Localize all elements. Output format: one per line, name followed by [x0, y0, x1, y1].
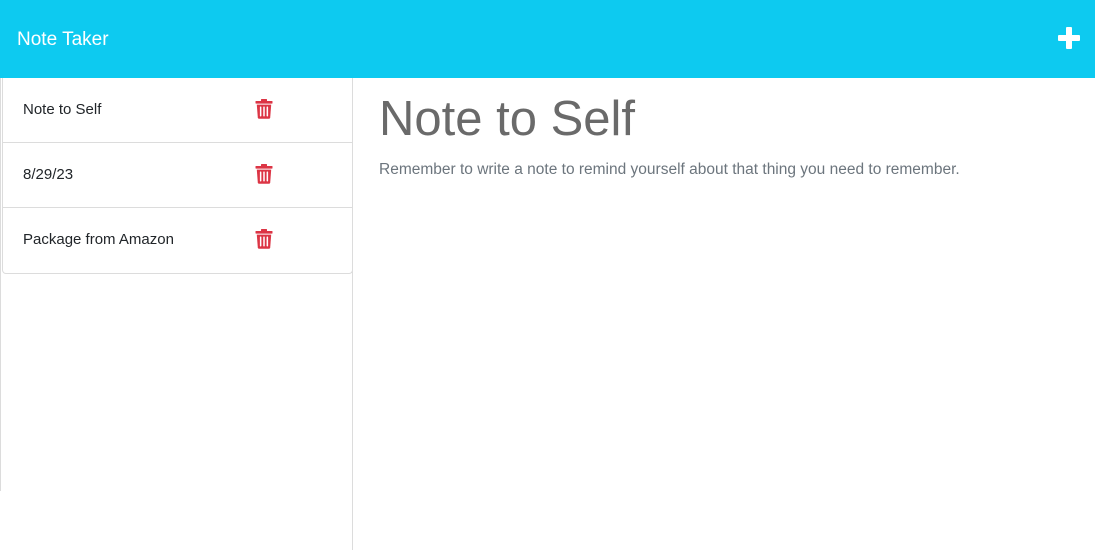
list-item[interactable]: Note to Self	[3, 78, 352, 143]
trash-icon[interactable]	[255, 164, 273, 184]
note-item-title[interactable]: Package from Amazon	[23, 230, 174, 250]
brand-link[interactable]: Note Taker	[17, 28, 109, 52]
note-list: Note to Self 8/29/23 Package from Amazon	[2, 78, 353, 274]
navbar: Note Taker	[0, 0, 1095, 78]
list-item[interactable]: 8/29/23	[3, 143, 352, 208]
list-item[interactable]: Package from Amazon	[3, 208, 352, 273]
sidebar-panel: Note to Self 8/29/23 Package from Amazon	[0, 78, 353, 491]
trash-icon[interactable]	[255, 229, 273, 249]
note-editor: Note to Self Remember to write a note to…	[353, 78, 1095, 550]
note-textarea[interactable]: Remember to write a note to remind yours…	[379, 160, 960, 180]
trash-icon[interactable]	[255, 99, 273, 119]
note-item-title[interactable]: Note to Self	[23, 100, 101, 120]
note-item-title[interactable]: 8/29/23	[23, 165, 73, 185]
note-title-input[interactable]: Note to Self	[379, 90, 635, 148]
note-sidebar: Note to Self 8/29/23 Package from Amazon	[0, 78, 353, 550]
plus-icon[interactable]	[1057, 26, 1081, 50]
